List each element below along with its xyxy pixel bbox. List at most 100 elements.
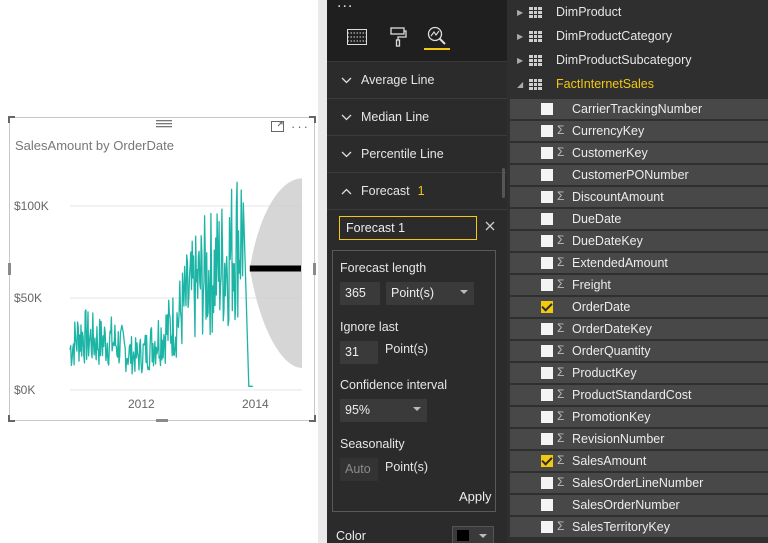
forecast-length-label: Forecast length (340, 261, 427, 275)
field-checkbox[interactable] (541, 257, 553, 269)
field-checkbox[interactable] (541, 521, 553, 533)
y-tick-label: $0K (14, 383, 35, 397)
field-row[interactable]: Σ RevisionNumber (510, 429, 768, 449)
field-row[interactable]: Σ PromotionKey (510, 407, 768, 427)
field-name: Freight (572, 278, 611, 292)
section-label: Average Line (361, 73, 435, 87)
field-row[interactable]: Σ SalesOrderLineNumber (510, 473, 768, 493)
field-name: DueDateKey (572, 234, 643, 248)
sigma-icon: Σ (557, 123, 565, 137)
close-icon[interactable] (485, 218, 495, 236)
x-tick-label: 2014 (242, 397, 269, 411)
field-checkbox[interactable] (541, 213, 553, 225)
field-checkbox[interactable] (541, 279, 553, 291)
forecast-unit-dropdown[interactable]: Point(s) (386, 282, 474, 305)
field-row[interactable]: Σ DueDateKey (510, 231, 768, 251)
expand-triangle-icon[interactable]: ▶ (517, 32, 529, 41)
field-row[interactable]: Σ Freight (510, 275, 768, 295)
field-name: SalesOrderNumber (572, 498, 680, 512)
field-row[interactable]: Σ DiscountAmount (510, 187, 768, 207)
field-row[interactable]: Σ OrderDateKey (510, 319, 768, 339)
color-picker[interactable] (452, 526, 494, 543)
table-name: DimProduct (556, 5, 622, 19)
field-row[interactable]: Σ SalesTerritoryKey (510, 517, 768, 537)
section-average-line[interactable]: Average Line (327, 62, 507, 99)
section-percentile-line[interactable]: Percentile Line (327, 136, 507, 173)
y-tick-label: $100K (14, 199, 49, 213)
field-row[interactable]: Σ ExtendedAmount (510, 253, 768, 273)
field-row[interactable]: Σ OrderQuantity (510, 341, 768, 361)
ignore-last-input[interactable]: 31 (340, 341, 378, 364)
fields-tab-icon[interactable] (344, 24, 370, 50)
sigma-icon: Σ (557, 475, 565, 489)
field-row[interactable]: Σ ProductKey (510, 363, 768, 383)
table-icon (529, 30, 542, 42)
pane-scrollbar[interactable] (502, 168, 505, 198)
sigma-icon: Σ (557, 519, 565, 533)
table-dimproductsubcategory[interactable]: ▶ DimProductSubcategory (507, 48, 768, 72)
sigma-icon: Σ (557, 255, 565, 269)
field-checkbox[interactable] (541, 477, 553, 489)
field-row[interactable]: SalesOrderNumber (510, 495, 768, 515)
field-checkbox[interactable] (541, 169, 553, 181)
section-forecast[interactable]: Forecast 1 (327, 173, 507, 210)
field-row[interactable]: OrderDate (510, 297, 768, 317)
field-name: OrderDate (572, 300, 631, 314)
table-name: DimProductCategory (556, 29, 673, 43)
field-checkbox[interactable] (541, 411, 553, 423)
field-checkbox[interactable] (541, 191, 553, 203)
field-checkbox[interactable] (541, 103, 553, 115)
field-checkbox[interactable] (541, 499, 553, 511)
field-checkbox[interactable] (541, 301, 553, 313)
field-checkbox[interactable] (541, 389, 553, 401)
field-name: SalesTerritoryKey (572, 520, 670, 534)
forecast-name-input[interactable]: Forecast 1 (339, 216, 477, 240)
field-checkbox[interactable] (541, 367, 553, 379)
field-row[interactable]: CarrierTrackingNumber (510, 99, 768, 119)
table-dimproduct[interactable]: ▶ DimProduct (507, 0, 768, 24)
field-checkbox[interactable] (541, 147, 553, 159)
sigma-icon: Σ (557, 409, 565, 423)
table-name: FactInternetSales (556, 77, 654, 91)
sigma-icon: Σ (557, 365, 565, 379)
field-row[interactable]: Σ ProductStandardCost (510, 385, 768, 405)
apply-button[interactable]: Apply (459, 489, 492, 504)
sigma-icon: Σ (557, 387, 565, 401)
forecast-length-input[interactable]: 365 (340, 282, 380, 305)
field-checkbox[interactable] (541, 125, 553, 137)
table-icon (529, 6, 542, 18)
field-checkbox[interactable] (541, 455, 553, 467)
forecast-options-card: Forecast length 365 Point(s) Ignore last… (332, 250, 496, 512)
fields-pane: ▶ DimProduct ▶ DimProductCategory ▶ DimP… (507, 0, 768, 543)
section-median-line[interactable]: Median Line (327, 99, 507, 136)
app-root: ··· SalesAmount by OrderDate $0K $50K $100… (0, 0, 768, 543)
field-checkbox[interactable] (541, 235, 553, 247)
line-chart-visual[interactable]: ··· SalesAmount by OrderDate $0K $50K $100… (8, 116, 316, 422)
confidence-band (249, 178, 302, 368)
field-name: OrderDateKey (572, 322, 652, 336)
format-paint-icon[interactable] (385, 24, 411, 50)
field-row[interactable]: Σ CustomerKey (510, 143, 768, 163)
forecast-count-badge: 1 (417, 184, 425, 198)
confidence-interval-dropdown[interactable]: 95% (340, 399, 427, 422)
sigma-icon: Σ (557, 145, 565, 159)
field-name: CarrierTrackingNumber (572, 102, 703, 116)
more-icon[interactable]: ... (337, 0, 353, 12)
table-icon (529, 78, 542, 90)
field-checkbox[interactable] (541, 433, 553, 445)
field-checkbox[interactable] (541, 345, 553, 357)
field-row[interactable]: CustomerPONumber (510, 165, 768, 185)
analytics-icon[interactable] (424, 24, 450, 50)
field-row[interactable]: Σ CurrencyKey (510, 121, 768, 141)
forecast-unit-value: Point(s) (391, 286, 435, 300)
expand-triangle-icon[interactable]: ▶ (517, 8, 529, 17)
collapse-triangle-icon[interactable]: ◢ (517, 80, 529, 89)
field-checkbox[interactable] (541, 323, 553, 335)
field-row[interactable]: DueDate (510, 209, 768, 229)
seasonality-input[interactable]: Auto (340, 458, 378, 481)
seasonality-unit: Point(s) (385, 460, 429, 474)
table-dimproductcategory[interactable]: ▶ DimProductCategory (507, 24, 768, 48)
field-row[interactable]: Σ SalesAmount (510, 451, 768, 471)
table-factinternetsales[interactable]: ◢ FactInternetSales (507, 72, 768, 96)
expand-triangle-icon[interactable]: ▶ (517, 56, 529, 65)
